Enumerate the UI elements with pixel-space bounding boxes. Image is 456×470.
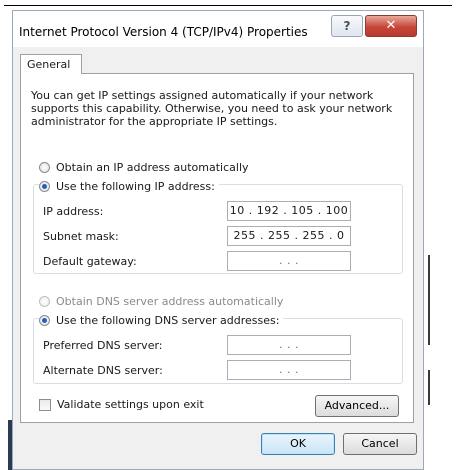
general-tab-panel: You can get IP settings assigned automat… — [20, 73, 414, 423]
radio-button-selected-icon[interactable] — [39, 314, 50, 326]
radio-label: Obtain an IP address automatically — [56, 160, 249, 174]
checkbox-label: Validate settings upon exit — [57, 398, 204, 411]
close-button[interactable]: ✕ — [365, 15, 417, 37]
default-gateway-row: Default gateway: . . . — [43, 251, 393, 273]
alternate-dns-row: Alternate DNS server: . . . — [43, 360, 393, 382]
field-label: Subnet mask: — [43, 230, 119, 243]
background-window-edge — [428, 255, 430, 345]
preferred-dns-row: Preferred DNS server: . . . — [43, 335, 393, 357]
field-label: Alternate DNS server: — [43, 364, 163, 377]
radio-button-icon[interactable] — [39, 161, 50, 173]
ipv4-properties-dialog: Internet Protocol Version 4 (TCP/IPv4) P… — [12, 10, 424, 470]
ip-address-input[interactable]: 10 . 192 . 105 . 100 — [227, 201, 351, 221]
use-following-ip-radio[interactable]: Use the following IP address: — [39, 178, 219, 194]
preferred-dns-input[interactable]: . . . — [227, 335, 351, 355]
background-window-edge — [428, 370, 430, 405]
subnet-mask-row: Subnet mask: 255 . 255 . 255 . 0 — [43, 226, 393, 248]
intro-text: You can get IP settings assigned automat… — [31, 89, 393, 128]
obtain-dns-automatically-radio[interactable]: Obtain DNS server address automatically — [39, 293, 283, 309]
checkbox-icon[interactable] — [39, 398, 51, 411]
validate-settings-checkbox[interactable]: Validate settings upon exit — [39, 398, 204, 411]
cancel-button[interactable]: Cancel — [343, 433, 417, 455]
alternate-dns-input[interactable]: . . . — [227, 360, 351, 380]
close-icon: ✕ — [385, 18, 397, 33]
field-label: Preferred DNS server: — [43, 339, 163, 352]
use-following-dns-radio[interactable]: Use the following DNS server addresses: — [39, 312, 284, 328]
help-icon: ? — [343, 19, 351, 33]
title-bar[interactable]: Internet Protocol Version 4 (TCP/IPv4) P… — [13, 11, 423, 47]
subnet-mask-input[interactable]: 255 . 255 . 255 . 0 — [227, 226, 351, 246]
radio-button-selected-icon[interactable] — [39, 180, 50, 192]
ok-button[interactable]: OK — [261, 433, 335, 455]
obtain-ip-automatically-radio[interactable]: Obtain an IP address automatically — [39, 159, 249, 175]
default-gateway-input[interactable]: . . . — [227, 251, 351, 271]
ip-address-row: IP address: 10 . 192 . 105 . 100 — [43, 201, 393, 223]
advanced-button[interactable]: Advanced... — [315, 395, 399, 417]
radio-label: Obtain DNS server address automatically — [56, 294, 284, 308]
help-button[interactable]: ? — [331, 15, 363, 37]
top-divider-line — [4, 5, 452, 6]
field-label: IP address: — [43, 205, 104, 218]
window-title: Internet Protocol Version 4 (TCP/IPv4) P… — [19, 25, 308, 39]
radio-label: Use the following IP address: — [56, 179, 215, 193]
radio-button-disabled-icon[interactable] — [39, 295, 50, 307]
field-label: Default gateway: — [43, 255, 137, 268]
radio-label: Use the following DNS server addresses: — [56, 313, 280, 327]
tab-general[interactable]: General — [20, 54, 82, 74]
